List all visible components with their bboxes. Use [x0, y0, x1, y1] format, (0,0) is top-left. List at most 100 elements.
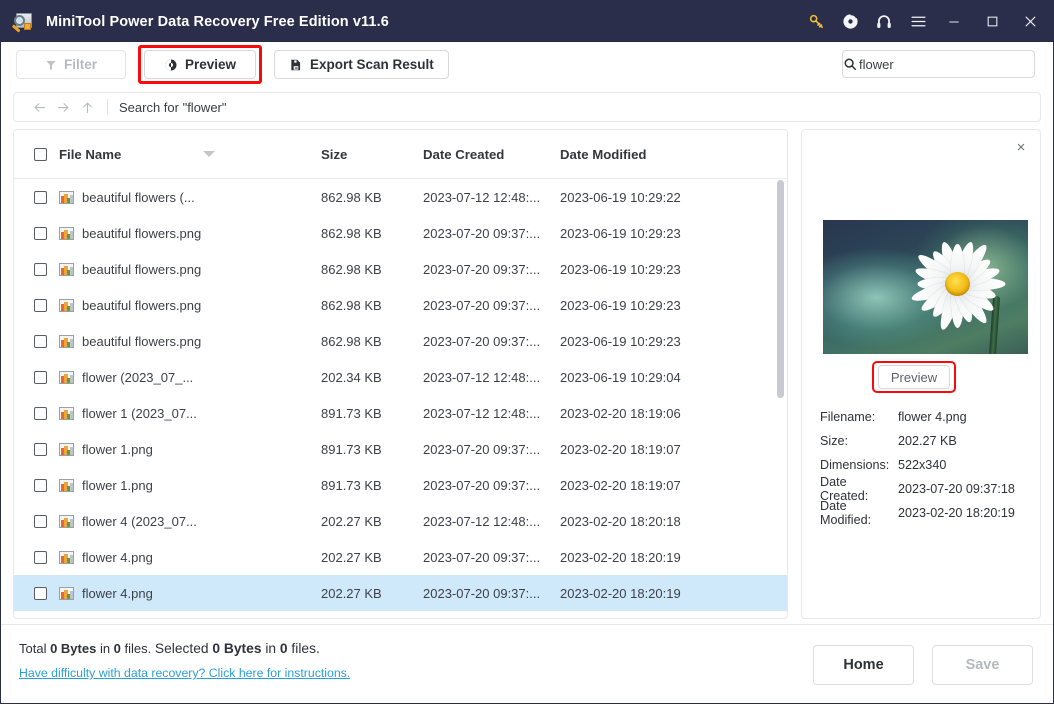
forward-arrow-icon[interactable] [51, 93, 75, 121]
row-checkbox[interactable] [33, 190, 47, 204]
cell-date-created: 2023-07-20 09:37:... [423, 585, 541, 601]
column-header-size[interactable]: Size [321, 147, 423, 162]
row-checkbox-cell[interactable] [14, 442, 59, 456]
row-checkbox-cell[interactable] [14, 334, 59, 348]
file-name-text: flower 1 (2023_07... [82, 405, 197, 421]
cell-date-created: 2023-07-12 12:48:... [423, 513, 541, 529]
cell-file-name[interactable]: flower 1.png [59, 478, 321, 493]
search-input[interactable] [857, 56, 1034, 72]
register-key-icon[interactable] [799, 1, 833, 42]
filter-button[interactable]: Filter [16, 50, 126, 79]
row-checkbox-cell[interactable] [14, 406, 59, 420]
save-button[interactable]: Save [932, 645, 1033, 685]
row-checkbox-cell[interactable] [14, 586, 59, 600]
export-scan-result-button[interactable]: Export Scan Result [274, 50, 449, 79]
status-selected-mid: in [261, 641, 280, 656]
search-box[interactable]: ✕ [842, 50, 1035, 78]
scrollbar-thumb[interactable] [777, 180, 784, 398]
close-preview-icon[interactable]: × [1012, 138, 1030, 156]
row-checkbox[interactable] [33, 586, 47, 600]
headphones-icon[interactable] [867, 1, 901, 42]
preview-thumbnail[interactable] [823, 220, 1028, 354]
column-header-file-name[interactable]: File Name [59, 147, 321, 162]
table-row[interactable]: FLOWER.PNG202.34 KB2023-07-20 09:37:...2… [14, 611, 787, 618]
cell-date-created: 2023-07-20 09:37:... [423, 441, 541, 457]
status-total-files: 0 [113, 641, 121, 656]
row-checkbox[interactable] [33, 226, 47, 240]
row-checkbox[interactable] [33, 406, 47, 420]
table-row[interactable]: beautiful flowers.png 862.98 KB 2023-07-20… [14, 251, 787, 287]
table-row[interactable]: flower 4.png 202.27 KB 2023-07-20 09:37:..… [14, 575, 787, 611]
file-name-text: beautiful flowers.png [82, 261, 202, 277]
table-row[interactable]: flower 4.png 202.27 KB 2023-07-20 09:37:..… [14, 539, 787, 575]
cell-file-name[interactable]: flower 1 (2023_07... [59, 406, 321, 421]
sort-descending-icon[interactable] [203, 150, 215, 157]
row-checkbox-cell[interactable] [14, 298, 59, 312]
row-checkbox[interactable] [33, 478, 47, 492]
back-arrow-icon[interactable] [27, 93, 51, 121]
cell-file-name[interactable]: flower 4.png [59, 550, 321, 565]
cell-size: 202.34 KB [321, 369, 382, 385]
image-file-icon [59, 442, 74, 456]
table-row[interactable]: beautiful flowers.png 862.98 KB 2023-07-20… [14, 323, 787, 359]
table-row[interactable]: flower 1.png 891.73 KB 2023-07-20 09:37:..… [14, 431, 787, 467]
select-all-checkbox[interactable] [33, 147, 47, 161]
row-checkbox[interactable] [33, 370, 47, 384]
row-checkbox[interactable] [33, 442, 47, 456]
cell-size: 862.98 KB [321, 225, 382, 241]
table-row[interactable]: flower 1 (2023_07... 891.73 KB 2023-07-12 … [14, 395, 787, 431]
menu-icon[interactable] [901, 1, 935, 42]
cell-file-name[interactable]: flower 1.png [59, 442, 321, 457]
help-link[interactable]: Have difficulty with data recovery? Clic… [19, 666, 350, 680]
cell-date-modified: 2023-06-19 10:29:22 [560, 189, 681, 205]
cell-file-name[interactable]: beautiful flowers.png [59, 298, 321, 313]
cell-file-name[interactable]: beautiful flowers.png [59, 262, 321, 277]
cell-file-name[interactable]: beautiful flowers (... [59, 190, 321, 205]
row-checkbox[interactable] [33, 514, 47, 528]
preview-button[interactable]: Preview [144, 50, 256, 79]
file-list-header: File Name Size Date Created Date Modifie… [14, 130, 787, 179]
row-checkbox-cell[interactable] [14, 226, 59, 240]
row-checkbox-cell[interactable] [14, 262, 59, 276]
cell-date-created: 2023-07-12 12:48:... [423, 189, 541, 205]
select-all-cell[interactable] [14, 147, 59, 161]
row-checkbox[interactable] [33, 334, 47, 348]
cell-date-modified: 2023-06-19 10:29:23 [560, 261, 681, 277]
table-row[interactable]: flower 1.png 891.73 KB 2023-07-20 09:37:..… [14, 467, 787, 503]
maximize-button[interactable] [973, 1, 1011, 42]
cell-size: 891.73 KB [321, 477, 382, 493]
table-row[interactable]: flower 4 (2023_07... 202.27 KB 2023-07-12 … [14, 503, 787, 539]
cell-file-name[interactable]: beautiful flowers.png [59, 334, 321, 349]
table-row[interactable]: flower (2023_07_... 202.34 KB 2023-07-12 1… [14, 359, 787, 395]
cell-file-name[interactable]: flower 4.png [59, 586, 321, 601]
row-checkbox-cell[interactable] [14, 514, 59, 528]
preview-file-details: Filename: flower 4.png Size: 202.27 KB Dimen… [820, 405, 1032, 527]
up-arrow-icon[interactable] [75, 93, 99, 121]
column-header-date-created[interactable]: Date Created [423, 147, 560, 162]
file-list-scrollbar[interactable] [777, 180, 784, 567]
row-checkbox-cell[interactable] [14, 478, 59, 492]
table-row[interactable]: beautiful flowers (... 862.98 KB 2023-07-1… [14, 179, 787, 215]
cell-file-name[interactable]: flower 4 (2023_07... [59, 514, 321, 529]
row-checkbox-cell[interactable] [14, 550, 59, 564]
row-checkbox[interactable] [33, 298, 47, 312]
disc-icon[interactable] [833, 1, 867, 42]
row-checkbox[interactable] [33, 262, 47, 276]
cell-date-modified: 2023-06-19 10:29:23 [560, 297, 681, 313]
file-list-body[interactable]: beautiful flowers (... 862.98 KB 2023-07-1… [14, 179, 787, 618]
row-checkbox-cell[interactable] [14, 190, 59, 204]
table-row[interactable]: beautiful flowers.png 862.98 KB 2023-07-20… [14, 287, 787, 323]
cell-file-name[interactable]: beautiful flowers.png [59, 226, 321, 241]
row-checkbox[interactable] [33, 550, 47, 564]
close-button[interactable] [1011, 1, 1049, 42]
detail-row: Size: 202.27 KB [820, 429, 1032, 453]
minimize-button[interactable] [935, 1, 973, 42]
table-row[interactable]: beautiful flowers.png 862.98 KB 2023-07-20… [14, 215, 787, 251]
home-button[interactable]: Home [813, 645, 914, 685]
column-label-file-name: File Name [59, 146, 122, 162]
column-header-date-modified[interactable]: Date Modified [560, 147, 740, 162]
detail-value: 522x340 [898, 458, 947, 472]
row-checkbox-cell[interactable] [14, 370, 59, 384]
cell-file-name[interactable]: flower (2023_07_... [59, 370, 321, 385]
cell-size: 891.73 KB [321, 405, 382, 421]
